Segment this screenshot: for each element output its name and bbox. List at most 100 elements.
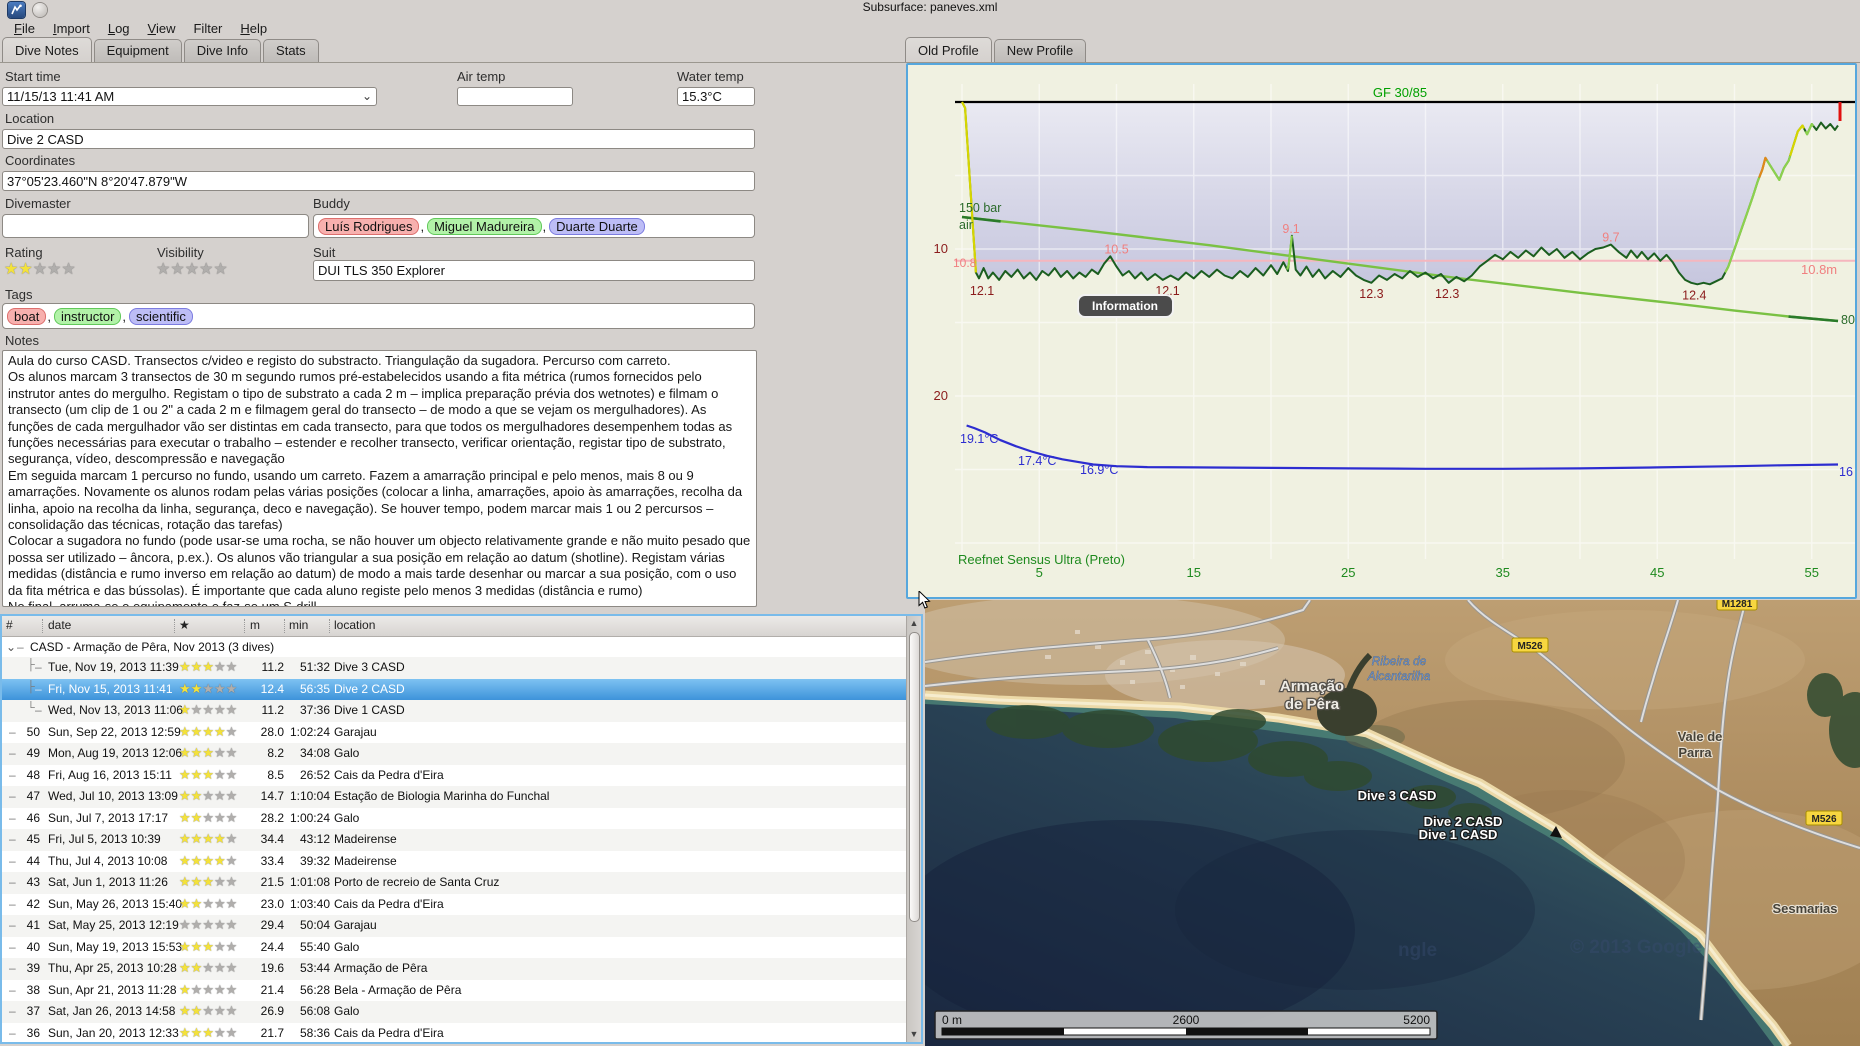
- name-pill[interactable]: Miguel Madureira: [427, 217, 542, 235]
- star-icon[interactable]: ★: [4, 261, 18, 278]
- dive-row[interactable]: –49 Mon, Aug 19, 2013 12:06 ★★★★★ 8.2 34:08 G…: [2, 743, 907, 765]
- dive-location-map[interactable]: Armação de Pêra Ribeira de Alcantarilha Vale…: [925, 600, 1860, 1046]
- dive-row[interactable]: –50 Sun, Sep 22, 2013 12:59 ★★★★★ 28.0 1:02:…: [2, 722, 907, 744]
- tab-stats[interactable]: Stats: [263, 39, 319, 62]
- dive-profile-chart[interactable]: GF 30/85 10 20 5 15 25 35 45 55 Reefnet Sensus Ul…: [908, 65, 1855, 597]
- star-icon[interactable]: ★: [170, 261, 184, 278]
- dive-profile-panel[interactable]: GF 30/85 10 20 5 15 25 35 45 55 Reefnet Sensus Ul…: [906, 63, 1857, 599]
- buddy-field[interactable]: Luís Rodrigues, Miguel Madureira, Duarte D…: [313, 214, 755, 238]
- depth-axis-tick: 20: [934, 388, 948, 403]
- star-icon: ★: [190, 788, 203, 803]
- scroll-up-icon[interactable]: ▲: [908, 617, 920, 630]
- rating-stars[interactable]: ★★★★★: [4, 261, 76, 279]
- tags-field[interactable]: boat, instructor, scientific: [2, 303, 755, 329]
- star-icon[interactable]: ★: [18, 261, 32, 278]
- dive-row[interactable]: –39 Thu, Apr 25, 2013 10:28 ★★★★★ 19.6 53:44…: [2, 958, 907, 980]
- star-icon[interactable]: ★: [185, 261, 199, 278]
- star-icon[interactable]: ★: [199, 261, 213, 278]
- star-icon: ★: [190, 659, 203, 674]
- tab-dive-notes[interactable]: Dive Notes: [2, 37, 92, 62]
- collapse-icon[interactable]: ⌄: [6, 640, 16, 654]
- column-header-date[interactable]: date: [48, 618, 71, 632]
- temperature-label: 16.9°C: [1080, 463, 1118, 477]
- scrollbar-thumb[interactable]: [908, 632, 920, 922]
- column-separator[interactable]: [329, 619, 330, 633]
- dive-row[interactable]: └ – Wed, Nov 13, 2013 11:06 ★★★★★ 11.2 37:36 D…: [2, 700, 907, 722]
- tab-old-profile[interactable]: Old Profile: [905, 37, 992, 62]
- divemaster-field[interactable]: [2, 214, 309, 238]
- name-pill[interactable]: instructor: [53, 307, 122, 325]
- dive-date: Mon, Aug 19, 2013 12:06: [48, 746, 183, 760]
- menu-help[interactable]: Help: [231, 19, 276, 39]
- name-pill[interactable]: Duarte Duarte: [549, 217, 645, 235]
- time-axis-tick: 55: [1805, 565, 1819, 580]
- menu-filter[interactable]: Filter: [184, 19, 231, 39]
- coordinates-field[interactable]: 37°05'23.460"N 8°20'47.879"W: [2, 171, 755, 191]
- dive-row[interactable]: –47 Wed, Jul 10, 2013 13:09 ★★★★★ 14.7 1:10:…: [2, 786, 907, 808]
- visibility-stars[interactable]: ★★★★★: [156, 261, 228, 279]
- star-icon[interactable]: ★: [156, 261, 170, 278]
- column-separator[interactable]: [42, 619, 43, 633]
- notes-textarea[interactable]: Aula do curso CASD. Transectos c/video e…: [2, 350, 757, 607]
- titlebar[interactable]: Subsurface: paneves.xml: [0, 0, 1860, 19]
- dive-row[interactable]: –36 Sun, Jan 20, 2013 12:33 ★★★★★ 21.7 58:36…: [2, 1023, 907, 1043]
- star-icon: ★: [225, 1024, 238, 1040]
- dive-trip-group-row[interactable]: ⌄ – CASD - Armação de Pêra, Nov 2013 (3 di…: [2, 637, 907, 657]
- water-temp-field[interactable]: 15.3°C: [677, 87, 755, 106]
- dive-row[interactable]: –45 Fri, Jul 5, 2013 10:39 ★★★★★ 34.4 43:12 M…: [2, 829, 907, 851]
- menu-file[interactable]: File: [5, 19, 44, 39]
- max-depth-label: 12.1: [970, 284, 994, 298]
- star-icon: ★: [190, 852, 203, 868]
- dive-row[interactable]: –43 Sat, Jun 1, 2013 11:26 ★★★★★ 21.5 1:01:0…: [2, 872, 907, 894]
- menu-view[interactable]: View: [139, 19, 185, 39]
- name-pill[interactable]: boat: [7, 307, 47, 325]
- column-header-depth[interactable]: m: [250, 618, 260, 632]
- column-header-duration[interactable]: min: [289, 618, 308, 632]
- column-separator[interactable]: [174, 619, 175, 633]
- air-temp-field[interactable]: [457, 87, 573, 106]
- mouse-cursor: [918, 589, 934, 616]
- star-icon[interactable]: ★: [33, 261, 47, 278]
- suit-field[interactable]: DUI TLS 350 Explorer: [313, 260, 755, 281]
- start-time-combo[interactable]: 11/15/13 11:41 AM ⌄: [2, 87, 377, 106]
- name-pill[interactable]: Luís Rodrigues: [318, 217, 420, 235]
- star-icon[interactable]: ★: [213, 261, 227, 278]
- menu-import[interactable]: Import: [44, 19, 99, 39]
- dive-row[interactable]: –46 Sun, Jul 7, 2013 17:17 ★★★★★ 28.2 1:00:2…: [2, 808, 907, 830]
- column-header-location[interactable]: location: [334, 618, 375, 632]
- dive-number: 37: [26, 1004, 40, 1018]
- temperature-label: 19.1°C: [960, 432, 998, 446]
- tab-equipment[interactable]: Equipment: [93, 39, 182, 62]
- tab-dive-info[interactable]: Dive Info: [183, 39, 262, 62]
- dive-row[interactable]: –42 Sun, May 26, 2013 15:40 ★★★★★ 23.0 1:03:…: [2, 894, 907, 916]
- location-field[interactable]: Dive 2 CASD: [2, 129, 755, 149]
- dive-row[interactable]: –40 Sun, May 19, 2013 15:53 ★★★★★ 24.4 55:40…: [2, 937, 907, 959]
- column-header-stars[interactable]: ★: [179, 618, 190, 632]
- dive-row[interactable]: –41 Sat, May 25, 2013 12:19 ★★★★★ 29.4 50:04…: [2, 915, 907, 937]
- dive-row[interactable]: –38 Sun, Apr 21, 2013 11:28 ★★★★★ 21.4 56:28…: [2, 980, 907, 1002]
- column-header-num[interactable]: #: [6, 618, 13, 632]
- dive-list[interactable]: # date ★ m min location ⌄ – CASD - Armação de P…: [0, 614, 923, 1044]
- chevron-down-icon[interactable]: ⌄: [362, 89, 372, 103]
- dive-list-header[interactable]: # date ★ m min location: [2, 616, 907, 637]
- window-menu-button[interactable]: [33, 3, 47, 17]
- scroll-down-icon[interactable]: ▼: [908, 1028, 920, 1041]
- column-separator[interactable]: [284, 619, 285, 633]
- star-icon: ★: [202, 960, 214, 975]
- name-pill[interactable]: scientific: [129, 307, 193, 325]
- dive-row[interactable]: ├ – Fri, Nov 15, 2013 11:41 ★★★★★ 12.4 56:35 D…: [2, 678, 907, 700]
- star-icon: ★: [213, 1024, 226, 1040]
- star-icon[interactable]: ★: [47, 261, 61, 278]
- column-separator[interactable]: [244, 619, 245, 633]
- star-icon[interactable]: ★: [61, 261, 75, 278]
- dive-row[interactable]: –44 Thu, Jul 4, 2013 10:08 ★★★★★ 33.4 39:32 M…: [2, 851, 907, 873]
- dive-row[interactable]: ├ – Tue, Nov 19, 2013 11:39 ★★★★★ 11.2 51:32 D…: [2, 657, 907, 679]
- star-icon: ★: [179, 938, 191, 954]
- dive-location: Dive 2 CASD: [334, 681, 405, 696]
- dive-list-scrollbar[interactable]: ▲ ▼: [906, 616, 921, 1042]
- dive-row[interactable]: –48 Fri, Aug 16, 2013 15:11 ★★★★★ 8.5 26:52 C…: [2, 765, 907, 787]
- dive-duration: 50:04: [299, 918, 330, 932]
- menu-log[interactable]: Log: [99, 19, 139, 39]
- dive-row[interactable]: –37 Sat, Jan 26, 2013 14:58 ★★★★★ 26.9 56:08…: [2, 1001, 907, 1023]
- tab-new-profile[interactable]: New Profile: [993, 39, 1087, 62]
